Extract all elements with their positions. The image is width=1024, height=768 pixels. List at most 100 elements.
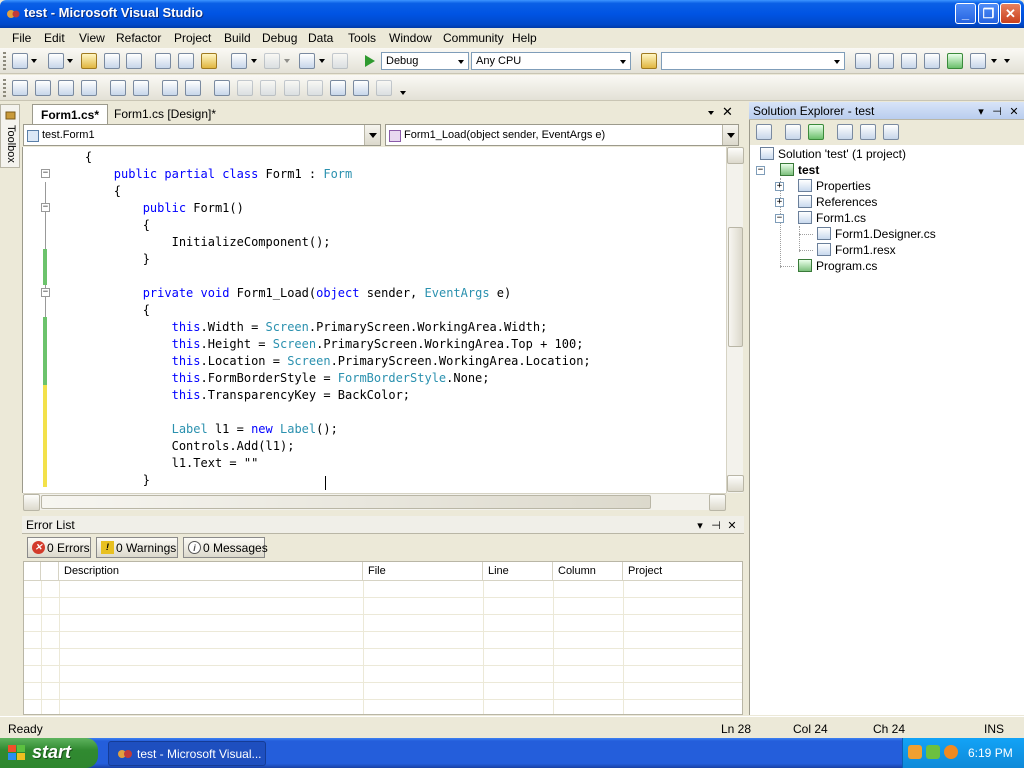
editor-vertical-scrollbar[interactable]: [726, 147, 744, 493]
previous-bookmark-icon[interactable]: [237, 80, 253, 96]
redo-icon[interactable]: [264, 53, 280, 69]
window-position-icon[interactable]: ▾: [694, 519, 706, 532]
toggle-bookmark-icon[interactable]: [214, 80, 230, 96]
maximize-button[interactable]: ❐: [978, 3, 999, 24]
object-member-list-icon[interactable]: [12, 80, 28, 96]
increase-indent-icon[interactable]: [133, 80, 149, 96]
chevron-down-icon[interactable]: [251, 59, 257, 63]
open-folder-icon[interactable]: [81, 53, 97, 69]
toolbar-grip[interactable]: [3, 79, 6, 97]
save-icon[interactable]: [104, 53, 120, 69]
solution-explorer-header[interactable]: Solution Explorer - test ▾ ⊣ ✕: [749, 102, 1024, 120]
types-combo[interactable]: test.Form1: [23, 124, 381, 146]
column-header-project[interactable]: Project: [623, 562, 742, 581]
find-icon[interactable]: [855, 53, 871, 69]
taskbar-item-visual-studio[interactable]: test - Microsoft Visual...: [108, 741, 266, 766]
chevron-down-icon[interactable]: [31, 59, 37, 63]
menu-view[interactable]: View: [79, 31, 105, 45]
pin-icon[interactable]: ⊣: [710, 519, 722, 532]
scroll-thumb[interactable]: [728, 227, 743, 347]
scroll-down-button[interactable]: [727, 475, 744, 492]
paste-icon[interactable]: [201, 53, 217, 69]
navigate-forward-icon[interactable]: [332, 53, 348, 69]
window-position-icon[interactable]: ▾: [975, 105, 987, 118]
view-class-diagram-icon[interactable]: [883, 124, 899, 140]
toolbox-tab[interactable]: Toolbox: [0, 104, 20, 168]
menu-window[interactable]: Window: [389, 31, 432, 45]
column-header-file[interactable]: File: [363, 562, 483, 581]
tray-network-icon[interactable]: [926, 745, 940, 759]
new-project-icon[interactable]: [12, 53, 28, 69]
menu-community[interactable]: Community: [443, 31, 504, 45]
command-window-icon[interactable]: [970, 53, 986, 69]
show-all-files-icon[interactable]: [785, 124, 801, 140]
menu-project[interactable]: Project: [174, 31, 211, 45]
collapse-class-toggle[interactable]: −: [41, 169, 50, 178]
collapse-constructor-toggle[interactable]: −: [41, 203, 50, 212]
save-all-icon[interactable]: [126, 53, 142, 69]
chevron-down-icon[interactable]: [67, 59, 73, 63]
quick-info-icon[interactable]: [58, 80, 74, 96]
menu-tools[interactable]: Tools: [348, 31, 376, 45]
close-icon[interactable]: ✕: [1008, 105, 1020, 118]
pin-icon[interactable]: ⊣: [991, 105, 1003, 118]
chevron-down-icon[interactable]: [722, 125, 738, 145]
menu-data[interactable]: Data: [308, 31, 333, 45]
cut-icon[interactable]: [155, 53, 171, 69]
parameter-info-icon[interactable]: [35, 80, 51, 96]
next-bookmark-document-icon[interactable]: [353, 80, 369, 96]
collapse-method-toggle[interactable]: −: [41, 288, 50, 297]
copy-icon[interactable]: [178, 53, 194, 69]
column-header-number[interactable]: [41, 562, 59, 581]
undo-icon[interactable]: [231, 53, 247, 69]
previous-bookmark-document-icon[interactable]: [330, 80, 346, 96]
view-designer-icon[interactable]: [860, 124, 876, 140]
chevron-down-icon[interactable]: [991, 59, 997, 63]
next-bookmark-icon[interactable]: [260, 80, 276, 96]
previous-bookmark-folder-icon[interactable]: [284, 80, 300, 96]
navigate-backward-icon[interactable]: [299, 53, 315, 69]
minimize-button[interactable]: _: [955, 3, 976, 24]
expand-references-toggle[interactable]: +: [775, 198, 784, 207]
scroll-up-button[interactable]: [727, 147, 744, 164]
menu-edit[interactable]: Edit: [44, 31, 65, 45]
error-list-grid[interactable]: Description File Line Column Project: [23, 561, 743, 715]
uncomment-icon[interactable]: [185, 80, 201, 96]
tray-app-icon[interactable]: [908, 745, 922, 759]
error-list-header[interactable]: Error List ▾ ⊣ ✕: [22, 516, 744, 534]
close-button[interactable]: ✕: [1000, 3, 1021, 24]
scroll-right-button[interactable]: [709, 494, 726, 511]
toolbar-options-icon[interactable]: [1004, 59, 1010, 63]
chevron-down-icon[interactable]: [319, 59, 325, 63]
menu-build[interactable]: Build: [224, 31, 251, 45]
column-header-column[interactable]: Column: [553, 562, 623, 581]
menu-refactor[interactable]: Refactor: [116, 31, 161, 45]
scroll-thumb[interactable]: [41, 495, 651, 509]
scroll-left-button[interactable]: [23, 494, 40, 511]
column-header-description[interactable]: Description: [59, 562, 363, 581]
add-item-icon[interactable]: [48, 53, 64, 69]
collapse-form1-toggle[interactable]: −: [775, 214, 784, 223]
close-icon[interactable]: ✕: [726, 519, 738, 532]
menu-help[interactable]: Help: [512, 31, 537, 45]
toolbox-icon[interactable]: [924, 53, 940, 69]
next-bookmark-folder-icon[interactable]: [307, 80, 323, 96]
messages-filter-button[interactable]: i0 Messages: [183, 537, 268, 558]
tab-form1-cs[interactable]: Form1.cs*: [32, 104, 109, 124]
solution-platform-combo[interactable]: Any CPU: [471, 52, 631, 70]
decrease-indent-icon[interactable]: [110, 80, 126, 96]
start-page-icon[interactable]: [947, 53, 963, 69]
find-in-files-icon[interactable]: [641, 53, 657, 69]
warnings-filter-button[interactable]: ! 0 Warnings: [96, 537, 178, 558]
collapse-project-toggle[interactable]: −: [756, 166, 765, 175]
start-debugging-icon[interactable]: [364, 54, 376, 68]
tab-form1-design[interactable]: Form1.cs [Design]*: [106, 104, 224, 124]
menu-file[interactable]: File: [12, 31, 31, 45]
comment-out-icon[interactable]: [162, 80, 178, 96]
toolbar-options-icon[interactable]: [400, 91, 406, 95]
start-button[interactable]: start: [0, 738, 98, 768]
properties-window-icon[interactable]: [901, 53, 917, 69]
column-header-line[interactable]: Line: [483, 562, 553, 581]
view-code-icon[interactable]: [837, 124, 853, 140]
column-header-icon[interactable]: [24, 562, 41, 581]
